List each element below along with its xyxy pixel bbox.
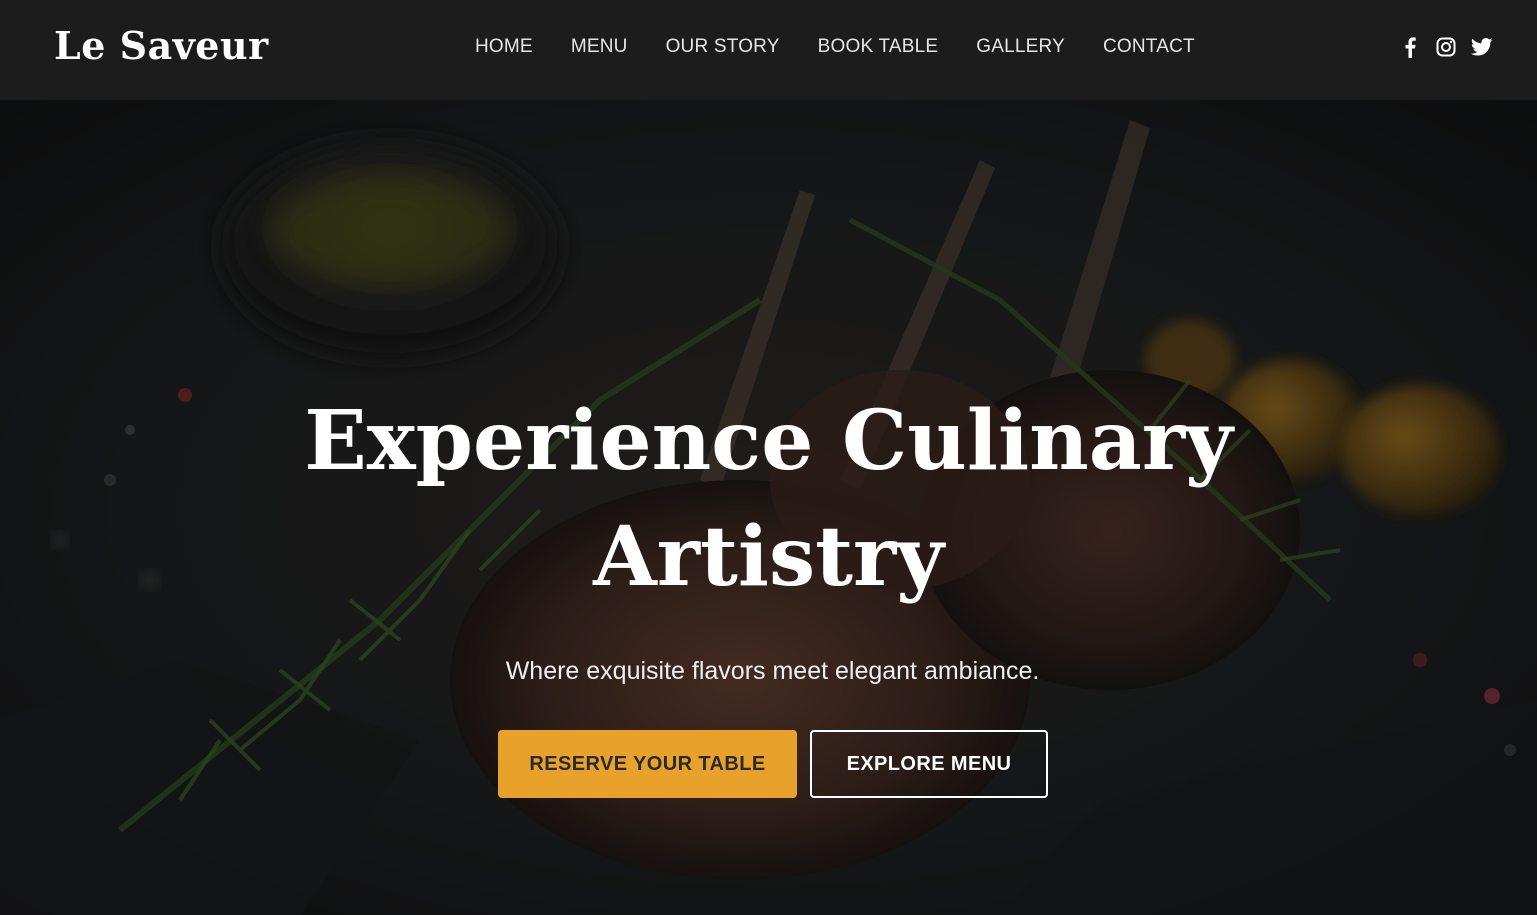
hero-title: Experience Culinary Artistry (0, 383, 1537, 615)
nav-link-book-table[interactable]: BOOK TABLE (818, 36, 939, 58)
nav-link-home[interactable]: HOME (475, 36, 533, 58)
hero-title-line-1: Experience Culinary (304, 393, 1233, 489)
twitter-icon[interactable] (1471, 36, 1493, 58)
nav-link-contact[interactable]: CONTACT (1103, 36, 1195, 58)
brand-logo[interactable]: Le Saveur (54, 23, 269, 68)
hero-subtitle: Where exquisite flavors meet elegant amb… (505, 657, 1040, 685)
navbar: Le Saveur HOME MENU OUR STORY BOOK TABLE… (0, 0, 1537, 100)
hero-title-line-2: Artistry (593, 509, 944, 605)
instagram-icon[interactable] (1435, 36, 1457, 58)
explore-menu-button[interactable]: EXPLORE MENU (810, 730, 1048, 798)
hero-section: Experience Culinary Artistry Where exqui… (0, 100, 1537, 915)
nav-link-gallery[interactable]: GALLERY (976, 36, 1065, 58)
main-nav: HOME MENU OUR STORY BOOK TABLE GALLERY C… (475, 36, 1195, 58)
social-links (1399, 36, 1493, 58)
nav-link-menu[interactable]: MENU (571, 36, 628, 58)
facebook-icon[interactable] (1399, 36, 1421, 58)
reserve-table-button[interactable]: RESERVE YOUR TABLE (498, 730, 797, 798)
nav-link-our-story[interactable]: OUR STORY (666, 36, 780, 58)
